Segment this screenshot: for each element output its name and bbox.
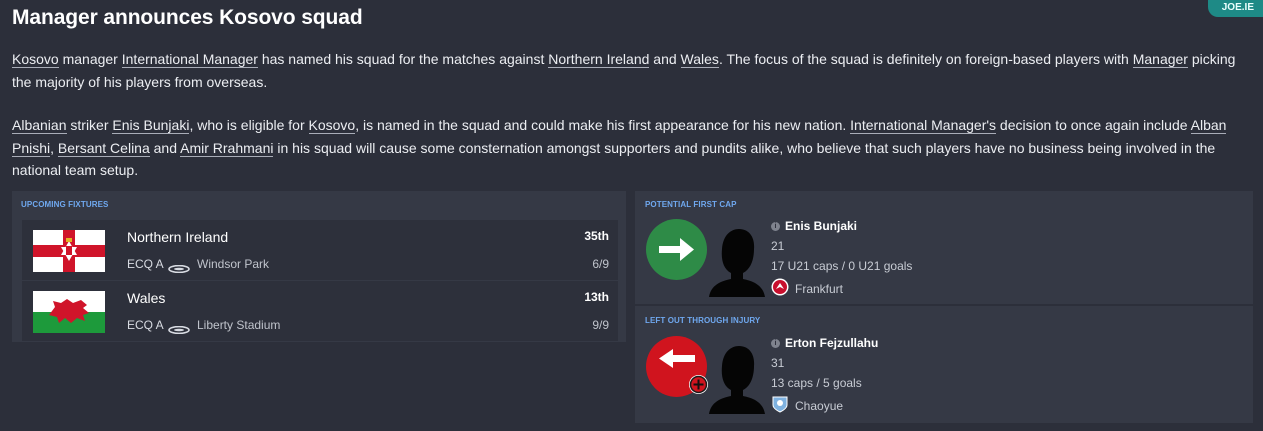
injury-title: LEFT OUT THROUGH INJURY: [645, 316, 761, 325]
player-caps: 13 caps / 5 goals: [771, 376, 862, 390]
article-paragraph-2: Albanian striker Enis Bunjaki, who is el…: [12, 117, 1227, 178]
potential-first-cap-section: POTENTIAL FIRST CAP i Enis Bunjaki 21 17 …: [635, 191, 1253, 304]
fixture-venue: Liberty Stadium: [197, 318, 281, 332]
fixture-record: 6/9: [592, 257, 609, 271]
wales-flag-icon: [33, 291, 105, 333]
player-silhouette-icon: [701, 219, 771, 297]
player-name[interactable]: Enis Bunjaki: [785, 219, 857, 233]
fixture-ranking: 13th: [584, 290, 609, 304]
first-cap-title: POTENTIAL FIRST CAP: [645, 200, 737, 209]
injury-section: LEFT OUT THROUGH INJURY i Erton Fejzullah…: [635, 306, 1253, 419]
player-age: 21: [771, 239, 785, 253]
fixture-team[interactable]: Northern Ireland: [127, 229, 228, 245]
page-title: Manager announces Kosovo squad: [12, 6, 363, 29]
link-manager[interactable]: International Manager: [121, 51, 258, 68]
source-badge[interactable]: JOE.IE: [1207, 0, 1263, 17]
link-amir-rrahmani[interactable]: Amir Rrahmani: [180, 139, 274, 157]
player-silhouette-icon: [701, 336, 771, 414]
player-club[interactable]: Chaoyue: [795, 399, 843, 413]
fixture-venue: Windsor Park: [197, 257, 270, 271]
upcoming-fixtures-panel: UPCOMING FIXTURES Northern Ireland ECQ A…: [12, 191, 626, 342]
fixture-row[interactable]: Northern Ireland ECQ A Windsor Park 35th…: [22, 220, 618, 280]
stadium-icon: [168, 321, 190, 335]
frankfurt-crest-icon: [771, 278, 789, 299]
fixture-ranking: 35th: [584, 229, 609, 243]
fixture-competition: ECQ A: [127, 318, 164, 332]
fixture-record: 9/9: [592, 318, 609, 332]
link-northern-ireland[interactable]: Northern Ireland: [548, 51, 650, 68]
link-manager-3[interactable]: International Manager's: [850, 117, 997, 134]
link-bersant-celina[interactable]: Bersant Celina: [57, 139, 150, 157]
link-kosovo[interactable]: Kosovo: [12, 51, 59, 68]
info-icon[interactable]: i: [771, 221, 780, 231]
chaoyue-crest-icon: [771, 395, 789, 416]
northern-ireland-flag-icon: [33, 230, 105, 272]
injury-player-info: i Erton Fejzullahu 31 13 caps / 5 goals C…: [771, 336, 878, 416]
squad-news-panel: POTENTIAL FIRST CAP i Enis Bunjaki 21 17 …: [635, 191, 1253, 423]
link-manager-2[interactable]: Manager: [1132, 51, 1188, 68]
article-paragraph-1: Kosovo manager International Manager has…: [12, 51, 1236, 90]
fixture-row[interactable]: Wales ECQ A Liberty Stadium 13th 9/9: [22, 281, 618, 341]
fixture-team[interactable]: Wales: [127, 290, 165, 306]
player-club[interactable]: Frankfurt: [795, 282, 843, 296]
player-age: 31: [771, 356, 785, 370]
link-wales[interactable]: Wales: [680, 51, 719, 68]
player-name[interactable]: Erton Fejzullahu: [785, 336, 878, 350]
fixture-competition: ECQ A: [127, 257, 164, 271]
link-kosovo-2[interactable]: Kosovo: [308, 117, 356, 134]
arrow-right-icon: [646, 219, 707, 280]
stadium-icon: [168, 260, 190, 274]
player-caps: 17 U21 caps / 0 U21 goals: [771, 259, 913, 273]
link-albanian[interactable]: Albanian: [12, 117, 67, 134]
link-enis-bunjaki[interactable]: Enis Bunjaki: [112, 117, 190, 134]
info-icon[interactable]: i: [771, 338, 780, 348]
fixtures-title: UPCOMING FIXTURES: [21, 200, 109, 209]
first-cap-player-info: i Enis Bunjaki 21 17 U21 caps / 0 U21 goa…: [771, 219, 912, 299]
